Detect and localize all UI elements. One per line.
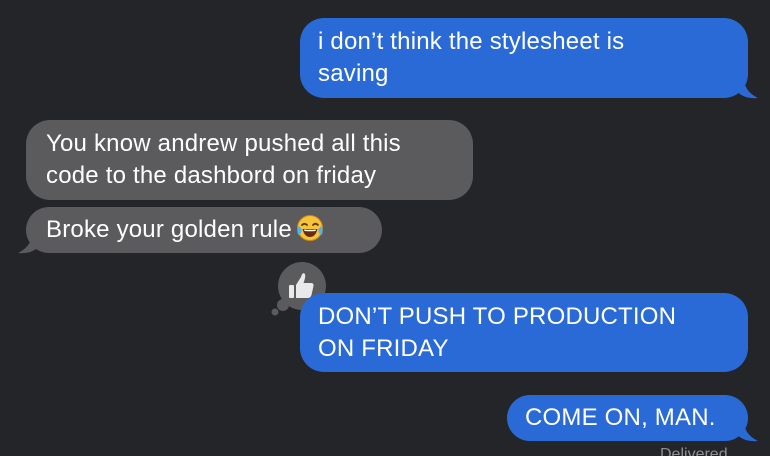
message-text: i don’t think the stylesheet is saving (318, 28, 625, 87)
outgoing-bubble-tail (736, 78, 758, 99)
face-with-tears-of-joy-icon (296, 215, 323, 241)
incoming-message-bubble[interactable]: Broke your golden rule (26, 207, 382, 253)
message-text: COME ON, MAN. (525, 404, 716, 431)
message-text: You know andrew pushed all this code to … (46, 130, 401, 189)
message-thread: i don’t think the stylesheet is saving Y… (0, 0, 770, 456)
delivered-status: Delivered (660, 446, 728, 456)
message-text: Broke your golden rule (46, 216, 292, 243)
outgoing-bubble-tail (736, 421, 758, 442)
outgoing-message-bubble[interactable]: i don’t think the stylesheet is saving (300, 18, 748, 98)
outgoing-message-bubble[interactable]: COME ON, MAN. (507, 395, 748, 441)
outgoing-message-bubble[interactable]: DON’T PUSH TO PRODUCTION ON FRIDAY (300, 293, 748, 372)
message-text: DON’T PUSH TO PRODUCTION ON FRIDAY (318, 303, 677, 362)
incoming-bubble-tail (18, 233, 40, 254)
incoming-message-bubble[interactable]: You know andrew pushed all this code to … (26, 120, 473, 200)
